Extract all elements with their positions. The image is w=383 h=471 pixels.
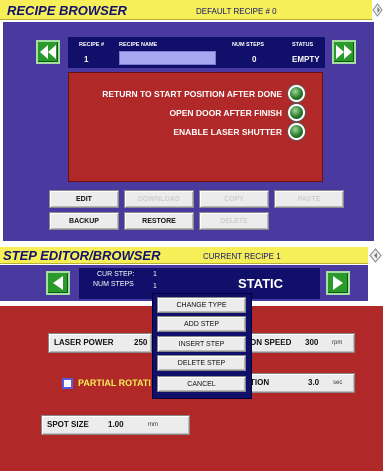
option-open-door-label: OPEN DOOR AFTER FINISH [169, 108, 282, 118]
add-step-button[interactable]: ADD STEP [157, 316, 246, 332]
spot-size-value: 1.00 [108, 420, 124, 429]
option-return-to-start-label: RETURN TO START POSITION AFTER DONE [102, 89, 282, 99]
recipe-forward-button[interactable] [332, 40, 356, 64]
duration-value: 3.0 [308, 378, 320, 387]
recipe-name-header: RECIPE NAME [119, 42, 158, 48]
option-laser-shutter-toggle[interactable] [288, 123, 305, 140]
current-recipe-label: CURRENT RECIPE 1 [203, 252, 281, 261]
partial-rotation-label: PARTIAL ROTATI [78, 378, 151, 388]
spot-size-label: SPOT SIZE [47, 420, 89, 429]
num-steps-count: 1 [153, 283, 157, 290]
duration-label: TION [250, 378, 270, 387]
recipe-num-header: RECIPE # [79, 42, 105, 48]
right-arrow-icon [333, 276, 343, 290]
restore-button[interactable]: RESTORE [124, 212, 194, 230]
next-step-button[interactable] [326, 271, 350, 295]
step-editor-title: STEP EDITOR/BROWSER [3, 248, 161, 263]
double-left-arrow-icon [40, 45, 56, 59]
insert-step-button[interactable]: INSERT STEP [157, 336, 246, 352]
diamond-arrow-icon[interactable] [369, 248, 382, 263]
paste-button[interactable]: PASTE [274, 190, 344, 208]
step-type-value: STATIC [238, 276, 284, 291]
diamond-arrow-icon[interactable] [372, 3, 383, 17]
num-steps-label: NUM STEPS [93, 281, 134, 288]
laser-power-value: 250 [134, 338, 148, 347]
laser-power-label: LASER POWER [54, 338, 114, 347]
status-header: STATUS [292, 42, 314, 48]
status-value: EMPTY [292, 55, 320, 64]
num-steps-header: NUM STEPS [232, 42, 265, 48]
recipe-back-button[interactable] [36, 40, 60, 64]
option-return-to-start-toggle[interactable] [288, 85, 305, 102]
default-recipe-label: DEFAULT RECIPE # 0 [196, 7, 277, 16]
spot-size-unit: mm [148, 422, 158, 428]
left-arrow-icon [53, 276, 63, 290]
delete-button[interactable]: DELETE [199, 212, 269, 230]
change-type-button[interactable]: CHANGE TYPE [157, 297, 246, 313]
rotation-speed-unit: rpm [332, 340, 343, 346]
cancel-button[interactable]: CANCEL [157, 376, 246, 392]
rotation-speed-label: ON SPEED [250, 338, 292, 347]
recipe-browser-title: RECIPE BROWSER [7, 3, 127, 18]
backup-button[interactable]: BACKUP [49, 212, 119, 230]
double-right-arrow-icon [336, 45, 352, 59]
copy-button[interactable]: COPY [199, 190, 269, 208]
edit-button[interactable]: EDIT [49, 190, 119, 208]
delete-step-button[interactable]: DELETE STEP [157, 355, 246, 371]
recipe-num-value: 1 [84, 55, 89, 64]
num-steps-value: 0 [252, 55, 257, 64]
prev-step-button[interactable] [46, 271, 70, 295]
option-open-door-toggle[interactable] [288, 104, 305, 121]
duration-unit: sec [333, 380, 343, 386]
rotation-speed-value: 300 [305, 338, 319, 347]
partial-rotation-checkbox[interactable] [62, 378, 73, 389]
recipe-name-input[interactable] [119, 51, 216, 65]
download-button[interactable]: DOWNLOAD [124, 190, 194, 208]
cur-step-label: CUR STEP: [97, 271, 135, 278]
option-laser-shutter-label: ENABLE LASER SHUTTER [173, 127, 282, 137]
cur-step-value: 1 [153, 271, 157, 278]
